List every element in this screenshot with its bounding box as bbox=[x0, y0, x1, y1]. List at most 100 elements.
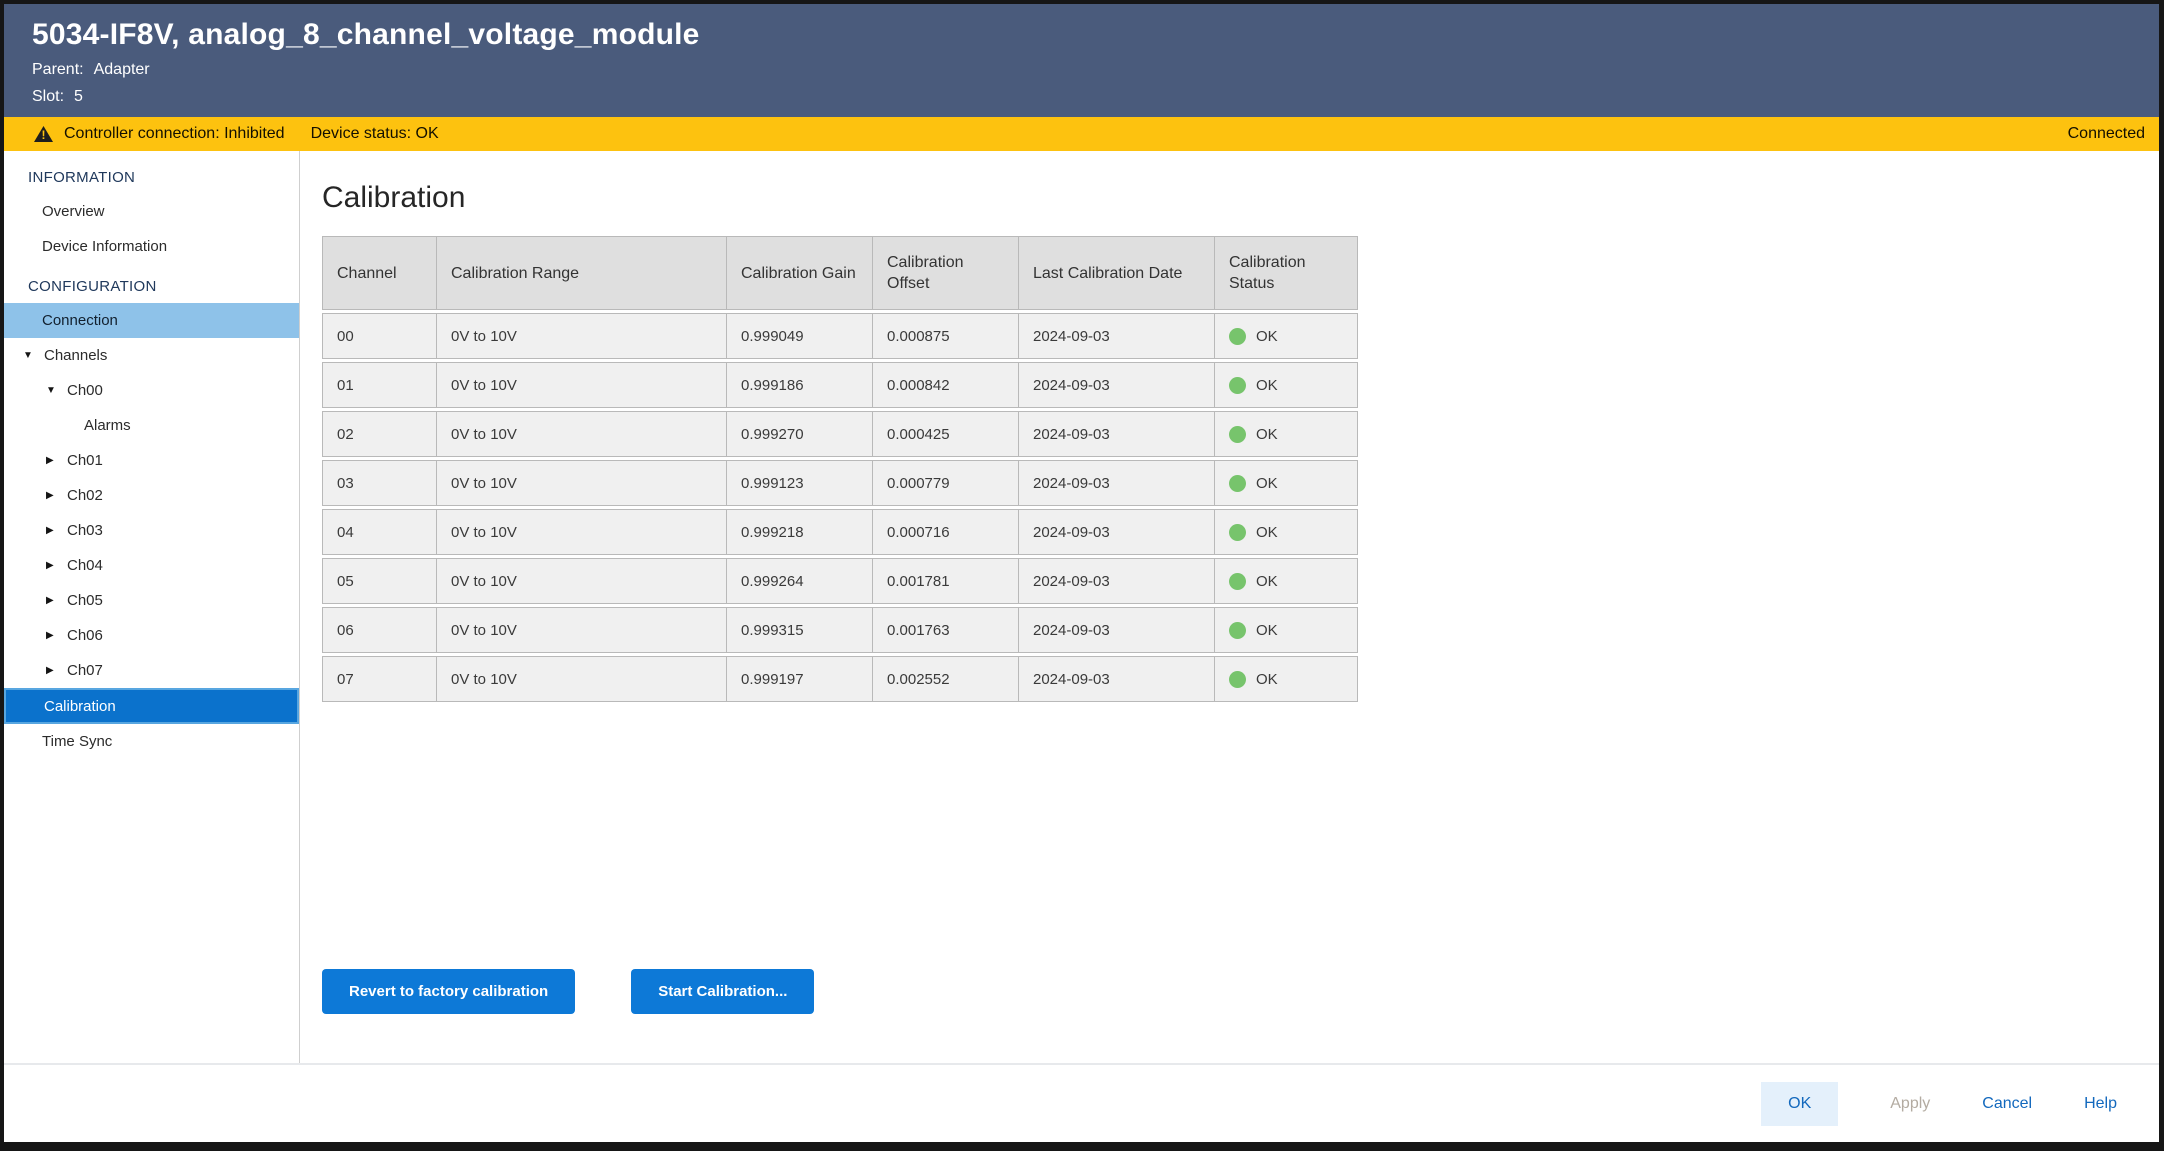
sidebar-item-ch00[interactable]: ▼ Ch00 bbox=[4, 373, 299, 408]
status-label: OK bbox=[1256, 620, 1278, 641]
sidebar-item-label: Ch05 bbox=[67, 592, 103, 609]
cell-status: OK bbox=[1215, 461, 1357, 505]
slot-value: 5 bbox=[74, 88, 83, 105]
cell-date: 2024-09-03 bbox=[1019, 314, 1215, 358]
sidebar-item-label: Ch00 bbox=[67, 382, 103, 399]
sidebar-item-channels[interactable]: ▼ Channels bbox=[4, 338, 299, 373]
sidebar-item-ch04[interactable]: ▶ Ch04 bbox=[4, 548, 299, 583]
status-ok-icon bbox=[1229, 377, 1246, 394]
sidebar-item-ch06[interactable]: ▶ Ch06 bbox=[4, 618, 299, 653]
status-ok-icon bbox=[1229, 622, 1246, 639]
device-status: Device status: OK bbox=[311, 125, 439, 143]
cell-range: 0V to 10V bbox=[437, 363, 727, 407]
sidebar-item-ch05[interactable]: ▶ Ch05 bbox=[4, 583, 299, 618]
chevron-right-icon[interactable]: ▶ bbox=[46, 455, 60, 466]
chevron-right-icon[interactable]: ▶ bbox=[46, 560, 60, 571]
slot-label: Slot: bbox=[32, 88, 64, 105]
cell-offset: 0.000875 bbox=[873, 314, 1019, 358]
sidebar-item-device-information[interactable]: Device Information bbox=[4, 229, 299, 264]
status-label: OK bbox=[1256, 571, 1278, 592]
table-row: 07 0V to 10V 0.999197 0.002552 2024-09-0… bbox=[322, 656, 1358, 702]
cell-status: OK bbox=[1215, 559, 1357, 603]
sidebar-item-ch01[interactable]: ▶ Ch01 bbox=[4, 443, 299, 478]
cell-range: 0V to 10V bbox=[437, 510, 727, 554]
sidebar-item-time-sync[interactable]: Time Sync bbox=[4, 724, 299, 759]
chevron-right-icon[interactable]: ▶ bbox=[46, 595, 60, 606]
cell-offset: 0.001781 bbox=[873, 559, 1019, 603]
cell-date: 2024-09-03 bbox=[1019, 559, 1215, 603]
cancel-button[interactable]: Cancel bbox=[1982, 1095, 2032, 1113]
calibration-title: Calibration bbox=[322, 181, 2159, 215]
action-buttons: Revert to factory calibration Start Cali… bbox=[322, 969, 2159, 1014]
sidebar-item-overview[interactable]: Overview bbox=[4, 194, 299, 229]
help-button[interactable]: Help bbox=[2084, 1095, 2117, 1113]
cell-channel: 03 bbox=[323, 461, 437, 505]
cell-range: 0V to 10V bbox=[437, 461, 727, 505]
sidebar-item-label: Time Sync bbox=[42, 733, 112, 750]
cell-channel: 02 bbox=[323, 412, 437, 456]
cell-date: 2024-09-03 bbox=[1019, 510, 1215, 554]
cell-date: 2024-09-03 bbox=[1019, 657, 1215, 701]
cell-channel: 04 bbox=[323, 510, 437, 554]
cell-channel: 01 bbox=[323, 363, 437, 407]
chevron-right-icon[interactable]: ▶ bbox=[46, 525, 60, 536]
sidebar-item-calibration[interactable]: Calibration bbox=[4, 688, 299, 724]
chevron-right-icon[interactable]: ▶ bbox=[46, 665, 60, 676]
chevron-right-icon[interactable]: ▶ bbox=[46, 490, 60, 501]
section-configuration: CONFIGURATION bbox=[4, 264, 299, 303]
cell-status: OK bbox=[1215, 412, 1357, 456]
sidebar-item-label: Channels bbox=[44, 347, 107, 364]
connection-state: Connected bbox=[2068, 125, 2145, 143]
status-ok-icon bbox=[1229, 671, 1246, 688]
page-title: 5034-IF8V, analog_8_channel_voltage_modu… bbox=[32, 18, 2159, 52]
column-header-gain: Calibration Gain bbox=[727, 237, 873, 309]
sidebar-item-label: Calibration bbox=[44, 698, 116, 715]
calibration-table: Channel Calibration Range Calibration Ga… bbox=[322, 236, 1358, 705]
sidebar-item-connection[interactable]: Connection bbox=[4, 303, 299, 338]
cell-gain: 0.999270 bbox=[727, 412, 873, 456]
column-header-date: Last Calibration Date bbox=[1019, 237, 1215, 309]
cell-offset: 0.000425 bbox=[873, 412, 1019, 456]
apply-button[interactable]: Apply bbox=[1890, 1095, 1930, 1113]
status-label: OK bbox=[1256, 424, 1278, 445]
chevron-down-icon[interactable]: ▼ bbox=[46, 385, 60, 396]
sidebar-item-alarms[interactable]: Alarms bbox=[4, 408, 299, 443]
revert-to-factory-calibration-button[interactable]: Revert to factory calibration bbox=[322, 969, 575, 1014]
cell-date: 2024-09-03 bbox=[1019, 363, 1215, 407]
column-header-channel: Channel bbox=[323, 237, 437, 309]
cell-channel: 05 bbox=[323, 559, 437, 603]
table-row: 01 0V to 10V 0.999186 0.000842 2024-09-0… bbox=[322, 362, 1358, 408]
sidebar-item-ch02[interactable]: ▶ Ch02 bbox=[4, 478, 299, 513]
sidebar-item-label: Ch06 bbox=[67, 627, 103, 644]
cell-range: 0V to 10V bbox=[437, 657, 727, 701]
ok-button[interactable]: OK bbox=[1761, 1082, 1838, 1126]
sidebar-item-label: Ch03 bbox=[67, 522, 103, 539]
status-label: OK bbox=[1256, 522, 1278, 543]
cell-status: OK bbox=[1215, 657, 1357, 701]
chevron-down-icon[interactable]: ▼ bbox=[23, 350, 37, 361]
cell-offset: 0.002552 bbox=[873, 657, 1019, 701]
cell-channel: 07 bbox=[323, 657, 437, 701]
cell-status: OK bbox=[1215, 510, 1357, 554]
sidebar-item-label: Device Information bbox=[42, 238, 167, 255]
warning-triangle-icon bbox=[34, 126, 53, 142]
cell-status: OK bbox=[1215, 608, 1357, 652]
parent-value: Adapter bbox=[94, 61, 150, 78]
device-profile-window: 5034-IF8V, analog_8_channel_voltage_modu… bbox=[0, 0, 2164, 1151]
status-ok-icon bbox=[1229, 426, 1246, 443]
column-header-status: Calibration Status bbox=[1215, 237, 1357, 309]
column-header-range: Calibration Range bbox=[437, 237, 727, 309]
sidebar-item-ch03[interactable]: ▶ Ch03 bbox=[4, 513, 299, 548]
cell-gain: 0.999123 bbox=[727, 461, 873, 505]
sidebar-item-label: Ch02 bbox=[67, 487, 103, 504]
cell-date: 2024-09-03 bbox=[1019, 412, 1215, 456]
cell-range: 0V to 10V bbox=[437, 608, 727, 652]
sidebar-item-label: Ch01 bbox=[67, 452, 103, 469]
sidebar-item-label: Connection bbox=[42, 312, 118, 329]
sidebar-item-ch07[interactable]: ▶ Ch07 bbox=[4, 653, 299, 688]
cell-offset: 0.000842 bbox=[873, 363, 1019, 407]
cell-offset: 0.001763 bbox=[873, 608, 1019, 652]
start-calibration-button[interactable]: Start Calibration... bbox=[631, 969, 814, 1014]
chevron-right-icon[interactable]: ▶ bbox=[46, 630, 60, 641]
cell-gain: 0.999264 bbox=[727, 559, 873, 603]
